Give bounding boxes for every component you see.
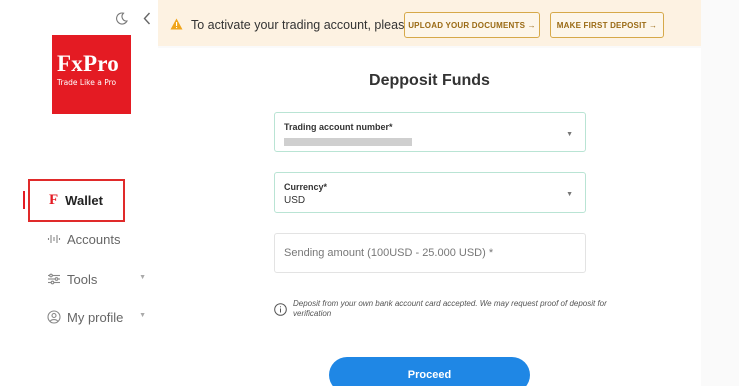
sidebar-item-accounts[interactable]: Accounts <box>46 231 150 247</box>
sidebar-item-label: Wallet <box>65 193 103 208</box>
sending-amount-input[interactable] <box>274 233 586 273</box>
fxpro-logo[interactable]: FxPro Trade Like a Pro <box>52 35 131 114</box>
logo-tagline: Trade Like a Pro <box>57 78 117 87</box>
chevron-down-icon: ▼ <box>139 312 146 319</box>
logo-name: FxPro <box>57 51 119 76</box>
chevron-down-icon: ▼ <box>566 191 573 198</box>
sidebar-item-label: My profile <box>67 309 124 325</box>
accounts-icon <box>46 231 62 247</box>
chevron-down-icon: ▼ <box>139 274 146 281</box>
trading-account-select[interactable]: Trading account number* ▼ <box>274 112 586 152</box>
sidebar: FxPro Trade Like a Pro F Wallet Accounts… <box>0 0 158 386</box>
field-value: USD <box>284 195 306 206</box>
tools-icon <box>46 271 62 287</box>
upload-documents-button[interactable]: UPLOAD YOUR DOCUMENTS → <box>404 12 540 38</box>
fxpro-f-icon: F <box>49 192 59 208</box>
profile-icon <box>46 309 62 325</box>
masked-account-number <box>284 138 412 146</box>
active-indicator <box>23 191 25 209</box>
sidebar-item-label: Tools <box>67 271 98 287</box>
field-label: Currency* <box>284 182 328 192</box>
sidebar-top-controls <box>114 11 154 25</box>
page-title: Depposit Funds <box>369 72 490 89</box>
sidebar-item-label: Accounts <box>67 231 121 247</box>
info-icon <box>274 303 287 316</box>
chevron-left-icon[interactable] <box>140 11 154 25</box>
note-text: Deposit from your own bank account card … <box>293 299 607 318</box>
moon-icon[interactable] <box>114 11 128 25</box>
currency-select[interactable]: Currency* USD ▼ <box>274 172 586 213</box>
field-label: Trading account number* <box>284 122 393 132</box>
sidebar-item-my-profile[interactable]: My profile ▼ <box>46 309 150 325</box>
deposit-note: Deposit from your own bank account card … <box>274 299 634 319</box>
proceed-button[interactable]: Proceed <box>329 357 530 386</box>
main-content: To activate your trading account, please… <box>158 0 739 386</box>
chevron-down-icon: ▼ <box>566 131 573 138</box>
warning-icon <box>170 17 183 30</box>
alert-text: To activate your trading account, please <box>191 18 412 32</box>
sidebar-item-tools[interactable]: Tools ▼ <box>46 271 150 287</box>
deposit-form-card: Depposit Funds Trading account number* ▼… <box>158 48 701 386</box>
activation-alert-banner: To activate your trading account, please… <box>158 0 701 46</box>
sidebar-item-wallet[interactable]: F Wallet <box>28 179 125 222</box>
make-first-deposit-button[interactable]: MAKE FIRST DEPOSIT → <box>550 12 664 38</box>
